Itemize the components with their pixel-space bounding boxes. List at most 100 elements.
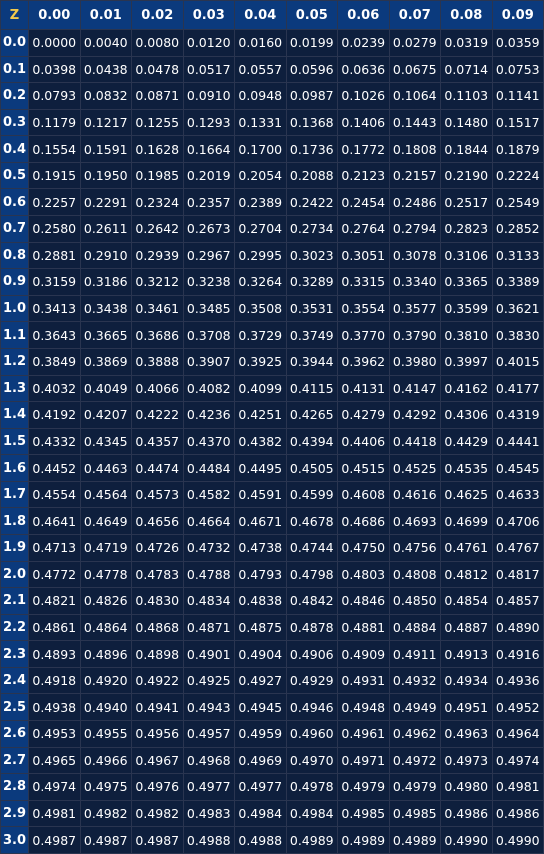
table-cell: 0.2704 xyxy=(235,216,286,242)
table-cell: 0.4750 xyxy=(338,534,389,561)
table-cell: 0.3708 xyxy=(183,322,234,348)
table-cell: 0.4938 xyxy=(29,694,80,721)
table-row: 0.1 0.0398 0.0438 0.0478 0.0517 0.0557 0.0596 0… xyxy=(1,56,543,83)
table-cell: 0.4484 xyxy=(183,455,234,481)
table-cell: 0.4744 xyxy=(286,534,337,561)
table-cell: 0.0359 xyxy=(492,30,543,56)
table-cell: 0.4726 xyxy=(132,534,183,561)
table-cell: 0.0948 xyxy=(235,83,286,109)
table-cell: 0.1103 xyxy=(441,83,492,109)
table-row: 0.7 0.2580 0.2611 0.2642 0.2673 0.2704 0.2734 0… xyxy=(1,216,543,242)
table-cell: 0.2794 xyxy=(389,216,440,242)
table-cell: 0.3485 xyxy=(183,295,234,322)
table-cell: 0.1331 xyxy=(235,109,286,136)
row-header: 0.5 xyxy=(1,162,28,189)
table-row: 2.8 0.4974 0.4975 0.4976 0.4977 0.4977 0.4978 0… xyxy=(1,774,543,800)
table-cell: 0.3106 xyxy=(441,242,492,269)
table-cell: 0.4973 xyxy=(441,747,492,774)
table-cell: 0.4382 xyxy=(235,428,286,455)
table-cell: 0.4452 xyxy=(29,455,80,481)
row-header: 2.7 xyxy=(1,747,28,774)
table-cell: 0.2422 xyxy=(286,189,337,216)
table-cell: 0.3925 xyxy=(235,348,286,375)
z-table-body: 0.0 0.0000 0.0040 0.0080 0.0120 0.0160 0.0199 0… xyxy=(1,30,543,853)
table-cell: 0.3577 xyxy=(389,295,440,322)
table-cell: 0.2291 xyxy=(80,189,131,216)
table-cell: 0.4887 xyxy=(441,614,492,641)
table-cell: 0.4693 xyxy=(389,508,440,534)
table-cell: 0.4918 xyxy=(29,667,80,694)
table-row: 1.2 0.3849 0.3869 0.3888 0.3907 0.3925 0.3944 0… xyxy=(1,348,543,375)
table-cell: 0.4554 xyxy=(29,481,80,508)
table-cell: 0.4948 xyxy=(338,694,389,721)
column-header: 0.02 xyxy=(132,1,183,29)
table-cell: 0.0714 xyxy=(441,56,492,83)
table-cell: 0.1217 xyxy=(80,109,131,136)
table-cell: 0.4761 xyxy=(441,534,492,561)
table-cell: 0.4699 xyxy=(441,508,492,534)
table-cell: 0.3599 xyxy=(441,295,492,322)
table-cell: 0.4946 xyxy=(286,694,337,721)
table-cell: 0.4970 xyxy=(286,747,337,774)
table-cell: 0.0160 xyxy=(235,30,286,56)
table-cell: 0.4066 xyxy=(132,375,183,402)
table-row: 1.4 0.4192 0.4207 0.4222 0.4236 0.4251 0.4265 0… xyxy=(1,402,543,428)
table-cell: 0.0987 xyxy=(286,83,337,109)
table-cell: 0.3729 xyxy=(235,322,286,348)
table-cell: 0.1808 xyxy=(389,136,440,162)
column-header: 0.08 xyxy=(441,1,492,29)
table-cell: 0.2734 xyxy=(286,216,337,242)
table-cell: 0.1591 xyxy=(80,136,131,162)
table-cell: 0.2611 xyxy=(80,216,131,242)
table-cell: 0.4591 xyxy=(235,481,286,508)
table-cell: 0.4906 xyxy=(286,641,337,667)
table-cell: 0.0478 xyxy=(132,56,183,83)
table-cell: 0.4975 xyxy=(80,774,131,800)
table-cell: 0.3830 xyxy=(492,322,543,348)
table-cell: 0.4834 xyxy=(183,588,234,614)
table-cell: 0.4952 xyxy=(492,694,543,721)
table-cell: 0.4131 xyxy=(338,375,389,402)
table-cell: 0.4884 xyxy=(389,614,440,641)
table-cell: 0.4964 xyxy=(492,721,543,747)
table-cell: 0.4878 xyxy=(286,614,337,641)
table-cell: 0.2764 xyxy=(338,216,389,242)
table-cell: 0.0675 xyxy=(389,56,440,83)
table-row: 0.8 0.2881 0.2910 0.2939 0.2967 0.2995 0.3023 0… xyxy=(1,242,543,269)
table-cell: 0.4319 xyxy=(492,402,543,428)
table-cell: 0.3849 xyxy=(29,348,80,375)
table-cell: 0.4925 xyxy=(183,667,234,694)
row-header: 1.5 xyxy=(1,428,28,455)
column-header: 0.09 xyxy=(492,1,543,29)
table-cell: 0.4846 xyxy=(338,588,389,614)
table-cell: 0.2486 xyxy=(389,189,440,216)
table-cell: 0.4913 xyxy=(441,641,492,667)
row-header: 2.8 xyxy=(1,774,28,800)
table-cell: 0.4817 xyxy=(492,561,543,588)
table-cell: 0.1772 xyxy=(338,136,389,162)
row-header: 0.4 xyxy=(1,136,28,162)
table-row: 2.3 0.4893 0.4896 0.4898 0.4901 0.4904 0.4906 0… xyxy=(1,641,543,667)
table-row: 1.9 0.4713 0.4719 0.4726 0.4732 0.4738 0.4744 0… xyxy=(1,534,543,561)
column-header: 0.00 xyxy=(29,1,80,29)
table-cell: 0.4162 xyxy=(441,375,492,402)
table-cell: 0.4977 xyxy=(183,774,234,800)
table-cell: 0.4978 xyxy=(286,774,337,800)
table-cell: 0.4783 xyxy=(132,561,183,588)
table-cell: 0.3869 xyxy=(80,348,131,375)
table-cell: 0.4641 xyxy=(29,508,80,534)
table-cell: 0.4943 xyxy=(183,694,234,721)
table-cell: 0.4989 xyxy=(338,827,389,853)
table-cell: 0.4945 xyxy=(235,694,286,721)
table-cell: 0.0279 xyxy=(389,30,440,56)
z-table-header: Z 0.00 0.01 0.02 0.03 0.04 0.05 0.06 0.07 0.08 0.… xyxy=(1,1,543,29)
table-row: 1.7 0.4554 0.4564 0.4573 0.4582 0.4591 0.4599 0… xyxy=(1,481,543,508)
table-cell: 0.4982 xyxy=(132,800,183,827)
table-cell: 0.4989 xyxy=(286,827,337,853)
table-cell: 0.2823 xyxy=(441,216,492,242)
table-cell: 0.3907 xyxy=(183,348,234,375)
table-row: 1.3 0.4032 0.4049 0.4066 0.4082 0.4099 0.4115 0… xyxy=(1,375,543,402)
table-cell: 0.3238 xyxy=(183,269,234,295)
table-row: 1.1 0.3643 0.3665 0.3686 0.3708 0.3729 0.3749 0… xyxy=(1,322,543,348)
table-cell: 0.2357 xyxy=(183,189,234,216)
